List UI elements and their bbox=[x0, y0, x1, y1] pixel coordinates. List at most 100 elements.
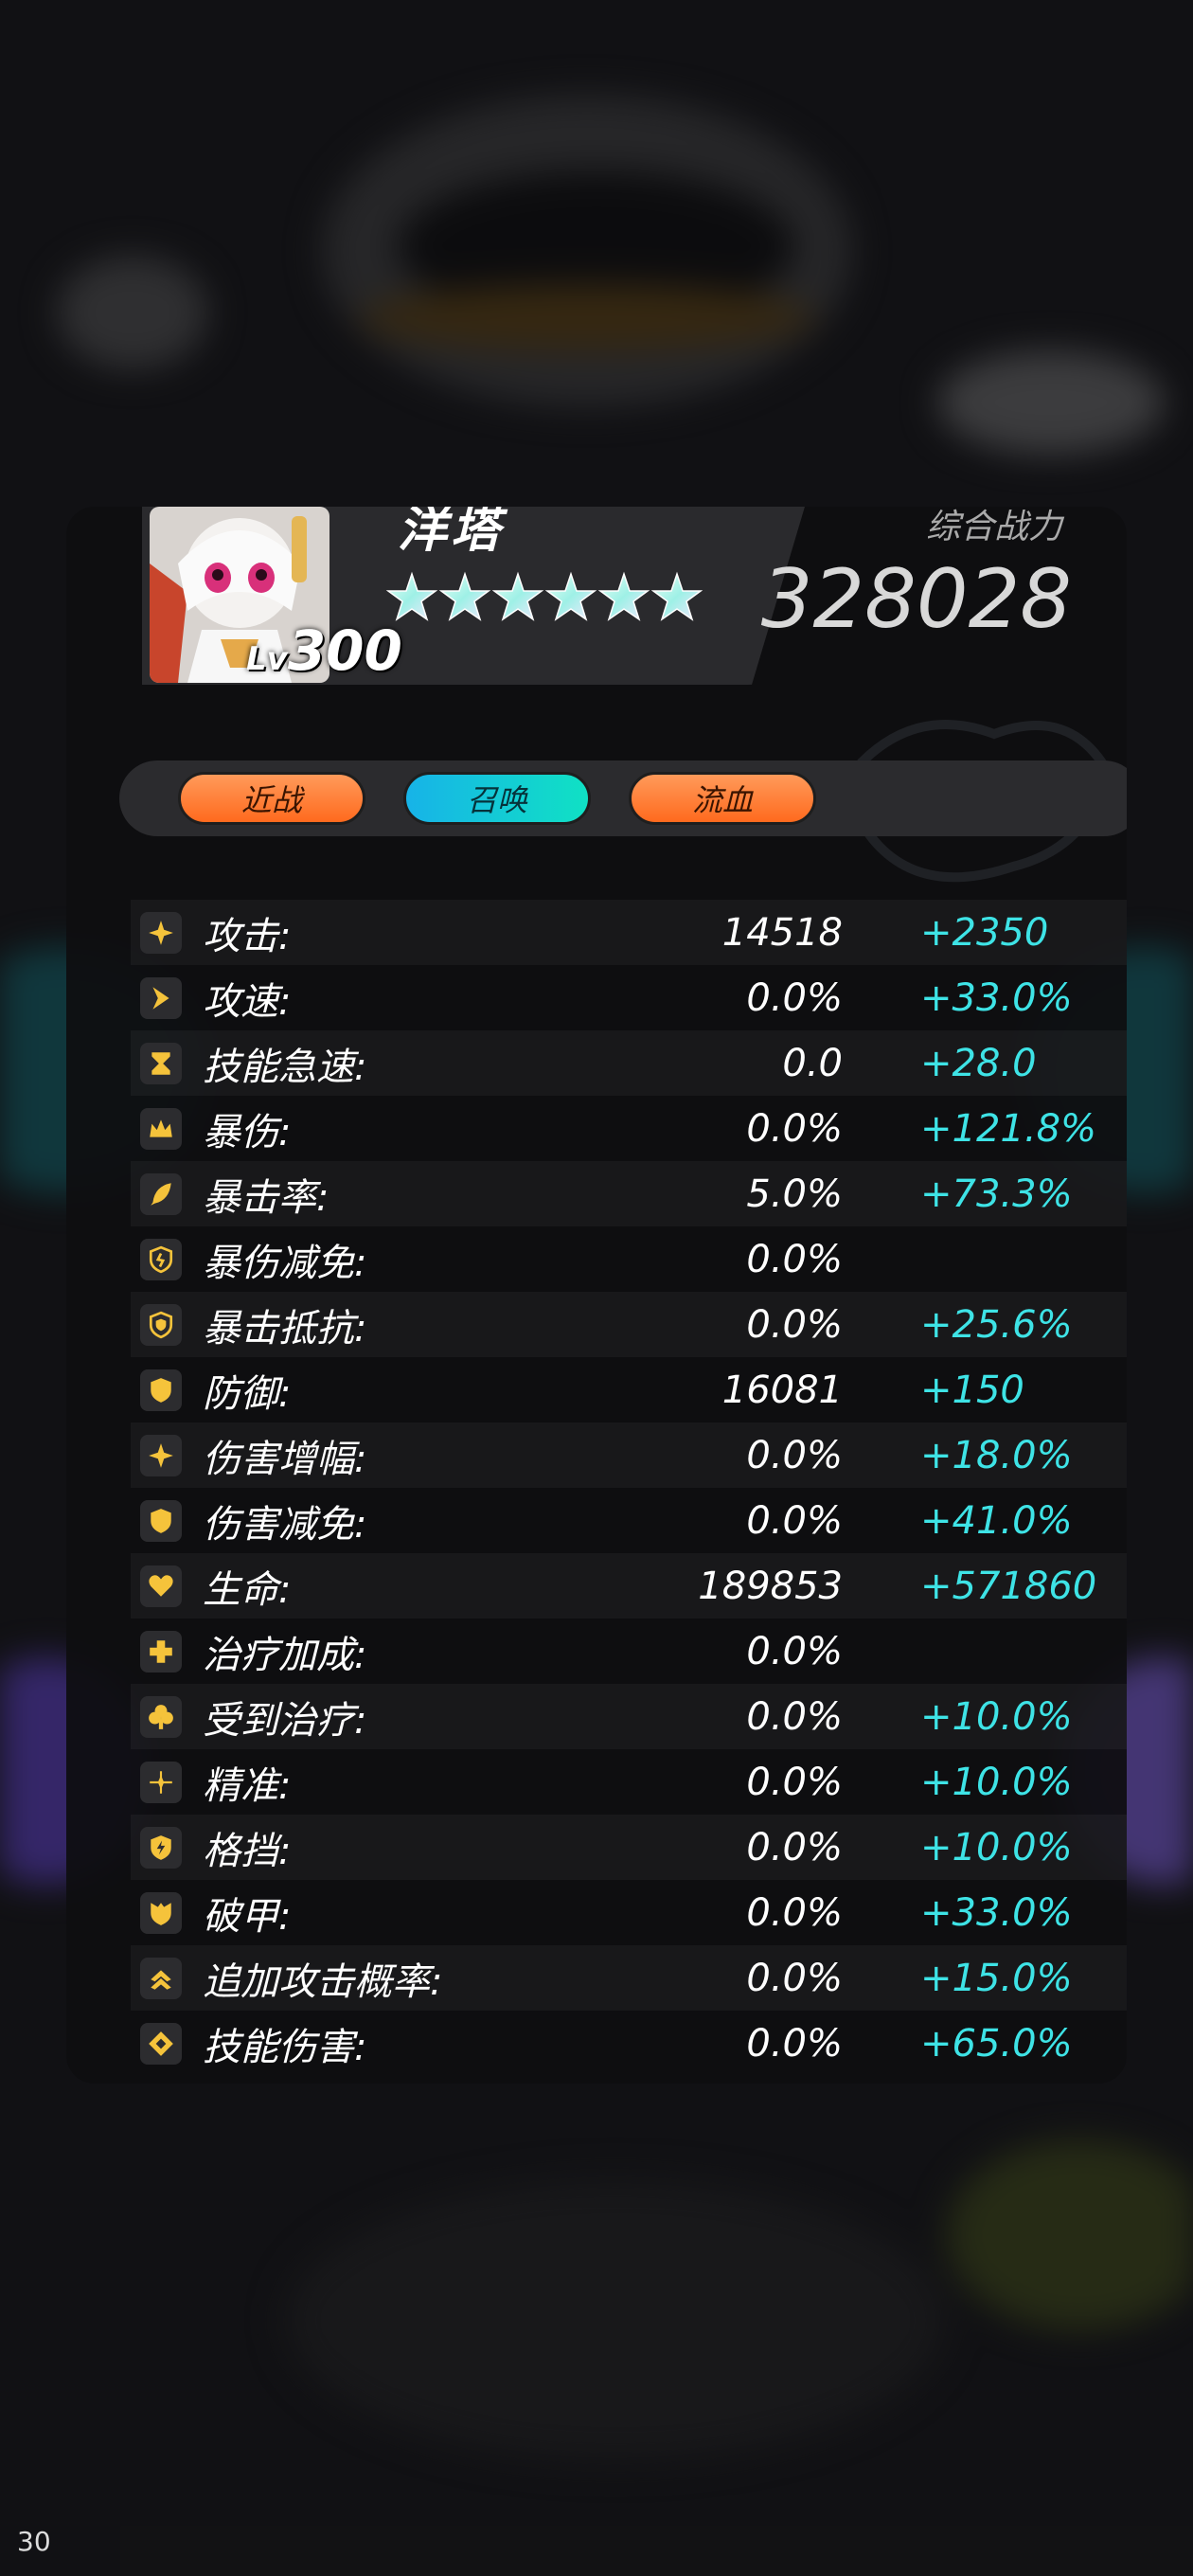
feather-icon bbox=[140, 1172, 182, 1215]
hero-tags-bar: 近战 召唤 流血 bbox=[119, 760, 1127, 836]
shield-icon bbox=[140, 1368, 182, 1411]
stat-label: 追加攻击概率: bbox=[203, 1959, 443, 2004]
stat-label: 技能急速: bbox=[203, 1045, 367, 1089]
stat-row: 暴伤: 0.0% +121.8% bbox=[131, 1096, 1127, 1161]
stat-base-value: 0.0% bbox=[746, 1302, 843, 1347]
stat-label: 技能伤害: bbox=[203, 2025, 367, 2069]
hero-name: 洋塔 bbox=[398, 507, 505, 559]
diamond-icon bbox=[140, 2022, 182, 2065]
stat-label: 暴伤减免: bbox=[203, 1241, 367, 1285]
stat-bonus-value: +33.0% bbox=[920, 1890, 1073, 1935]
fps-counter: 30 bbox=[17, 2526, 51, 2557]
stat-row: 伤害减免: 0.0% +41.0% bbox=[131, 1488, 1127, 1553]
stat-bonus-value: +25.6% bbox=[920, 1302, 1073, 1347]
stat-base-value: 5.0% bbox=[746, 1172, 843, 1216]
hero-level: Lv300 bbox=[246, 618, 402, 683]
combat-power-label: 综合战力 bbox=[925, 508, 1062, 546]
stat-base-value: 0.0% bbox=[746, 1106, 843, 1151]
stat-base-value: 0.0% bbox=[746, 2021, 843, 2066]
stats-list: 攻击: 14518 +2350 攻速: 0.0% +33.0% 技能急速: 0.0 +28.0 暴… bbox=[131, 900, 1127, 2076]
stat-row: 防御: 16081 +150 bbox=[131, 1357, 1127, 1422]
stat-bonus-value: +73.3% bbox=[920, 1172, 1073, 1216]
stat-label: 暴击抵抗: bbox=[203, 1306, 367, 1351]
tag-melee[interactable]: 近战 bbox=[178, 772, 365, 825]
star-icon bbox=[492, 571, 543, 621]
stat-bonus-value: +15.0% bbox=[920, 1956, 1073, 2000]
sparkle-icon bbox=[140, 911, 182, 954]
shield-inner-icon bbox=[140, 1303, 182, 1346]
stat-label: 受到治疗: bbox=[203, 1698, 367, 1743]
tag-bleed[interactable]: 流血 bbox=[629, 772, 816, 825]
star-icon bbox=[386, 571, 437, 621]
level-label: Lv bbox=[246, 640, 288, 678]
stat-bonus-value: +41.0% bbox=[920, 1498, 1073, 1543]
tag-summon[interactable]: 召唤 bbox=[403, 772, 591, 825]
stat-base-value: 0.0 bbox=[782, 1041, 843, 1085]
star-icon bbox=[439, 571, 490, 621]
clover-icon bbox=[140, 1695, 182, 1738]
stat-bonus-value: +10.0% bbox=[920, 1694, 1073, 1739]
stat-base-value: 0.0% bbox=[746, 1694, 843, 1739]
stat-row: 精准: 0.0% +10.0% bbox=[131, 1749, 1127, 1815]
stat-label: 防御: bbox=[203, 1371, 292, 1416]
level-value: 300 bbox=[287, 618, 402, 683]
stat-row: 技能伤害: 0.0% +65.0% bbox=[131, 2011, 1127, 2076]
stat-base-value: 0.0% bbox=[746, 1825, 843, 1869]
stat-row: 攻击: 14518 +2350 bbox=[131, 900, 1127, 965]
stat-base-value: 16081 bbox=[721, 1368, 843, 1412]
stat-row: 攻速: 0.0% +33.0% bbox=[131, 965, 1127, 1030]
stat-label: 伤害减免: bbox=[203, 1502, 367, 1547]
broken-shield-icon bbox=[140, 1891, 182, 1934]
stat-base-value: 0.0% bbox=[746, 1498, 843, 1543]
stat-bonus-value: +28.0 bbox=[920, 1041, 1037, 1085]
shield-bolt-icon bbox=[140, 1826, 182, 1869]
stat-row: 受到治疗: 0.0% +10.0% bbox=[131, 1684, 1127, 1749]
crown-icon bbox=[140, 1107, 182, 1150]
shield-icon bbox=[140, 1499, 182, 1542]
stat-bonus-value: +121.8% bbox=[920, 1106, 1097, 1151]
stat-label: 生命: bbox=[203, 1567, 292, 1612]
star-rating bbox=[386, 571, 703, 622]
hourglass-icon bbox=[140, 1042, 182, 1084]
combat-power-value: 328028 bbox=[760, 552, 1072, 647]
stat-bonus-value: +2350 bbox=[920, 910, 1049, 955]
stat-row: 技能急速: 0.0 +28.0 bbox=[131, 1030, 1127, 1096]
stat-label: 伤害增幅: bbox=[203, 1437, 367, 1481]
stat-label: 治疗加成: bbox=[203, 1633, 367, 1677]
stat-base-value: 0.0% bbox=[746, 1890, 843, 1935]
stat-row: 伤害增幅: 0.0% +18.0% bbox=[131, 1422, 1127, 1488]
stat-base-value: 0.0% bbox=[746, 1237, 843, 1281]
stat-bonus-value: +150 bbox=[920, 1368, 1024, 1412]
stat-base-value: 14518 bbox=[721, 910, 843, 955]
stat-bonus-value: +10.0% bbox=[920, 1825, 1073, 1869]
stat-row: 生命: 189853 +571860 bbox=[131, 1553, 1127, 1619]
stat-label: 精准: bbox=[203, 1763, 292, 1808]
hero-stats-panel: 洋塔 Lv300 综合战力 328028 TYDI 近战 召唤 流血 攻击:14… bbox=[66, 507, 1127, 2084]
stat-row: 暴击率: 5.0% +73.3% bbox=[131, 1161, 1127, 1226]
stat-row: 格挡: 0.0% +10.0% bbox=[131, 1815, 1127, 1880]
star-icon bbox=[598, 571, 650, 621]
stat-base-value: 0.0% bbox=[746, 1760, 843, 1804]
double-up-icon bbox=[140, 1957, 182, 1999]
stat-row: 暴击抵抗: 0.0% +25.6% bbox=[131, 1292, 1127, 1357]
cross-icon bbox=[140, 1630, 182, 1673]
stat-label: 攻速: bbox=[203, 979, 292, 1024]
stat-label: 格挡: bbox=[203, 1829, 292, 1873]
star-icon bbox=[651, 571, 703, 621]
stat-bonus-value: +10.0% bbox=[920, 1760, 1073, 1804]
stat-bonus-value: +571860 bbox=[920, 1564, 1097, 1608]
heart-icon bbox=[140, 1565, 182, 1607]
stat-row: 暴伤减免: 0.0% bbox=[131, 1226, 1127, 1292]
star-icon bbox=[545, 571, 596, 621]
sparkle-icon bbox=[140, 1434, 182, 1476]
stat-bonus-value: +18.0% bbox=[920, 1433, 1073, 1477]
stat-row: 破甲: 0.0% +33.0% bbox=[131, 1880, 1127, 1945]
stat-row: 追加攻击概率: 0.0% +15.0% bbox=[131, 1945, 1127, 2011]
stat-base-value: 0.0% bbox=[746, 1956, 843, 2000]
stat-bonus-value: +33.0% bbox=[920, 975, 1073, 1020]
stat-label: 暴击率: bbox=[203, 1175, 329, 1220]
stat-label: 攻击: bbox=[203, 914, 292, 958]
chevron-right-icon bbox=[140, 976, 182, 1019]
stat-bonus-value: +65.0% bbox=[920, 2021, 1073, 2066]
stat-label: 暴伤: bbox=[203, 1110, 292, 1154]
